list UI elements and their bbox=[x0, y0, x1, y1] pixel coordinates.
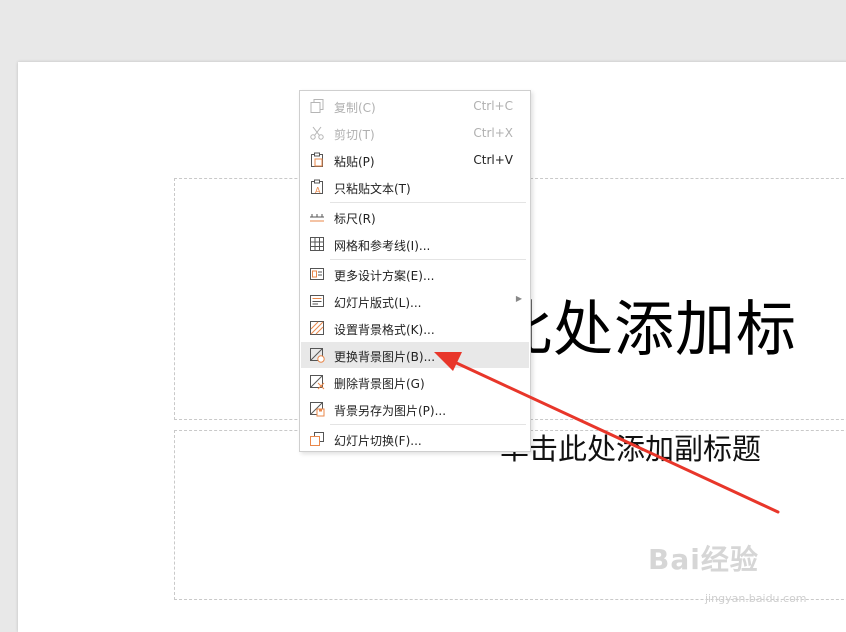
annotation-arrow-icon bbox=[434, 352, 780, 514]
